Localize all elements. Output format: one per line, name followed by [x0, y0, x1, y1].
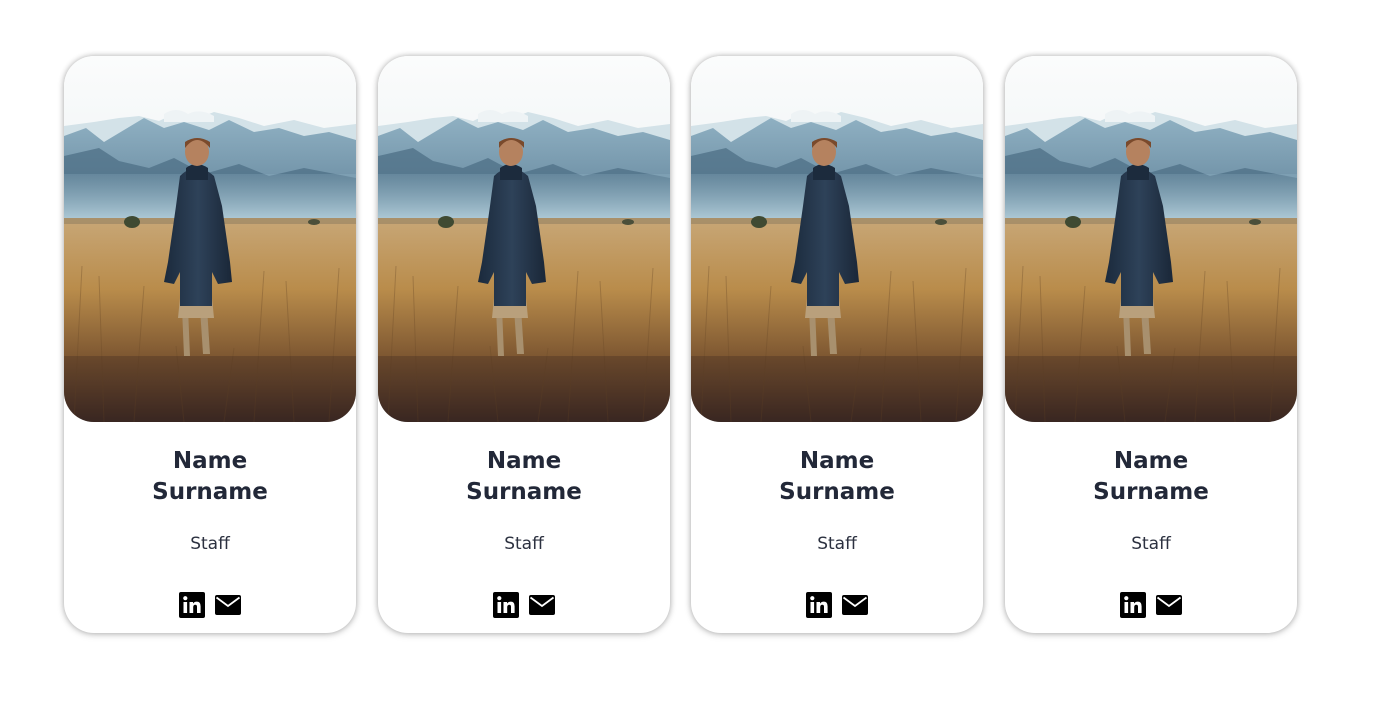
member-photo-image	[691, 56, 983, 422]
team-member-card: Name Surname Staff	[378, 56, 670, 633]
member-role: Staff	[190, 534, 230, 554]
member-role: Staff	[1131, 534, 1171, 554]
email-link[interactable]	[529, 592, 555, 618]
envelope-icon	[215, 595, 241, 615]
linkedin-link[interactable]	[1120, 592, 1146, 618]
email-link[interactable]	[842, 592, 868, 618]
email-link[interactable]	[1156, 592, 1182, 618]
member-photo-image	[1005, 56, 1297, 422]
team-member-card: Name Surname Staff	[64, 56, 356, 633]
linkedin-link[interactable]	[493, 592, 519, 618]
team-card-grid: Name Surname Staff Name Surname Staff Na…	[0, 0, 1378, 707]
member-social-links	[64, 592, 356, 618]
linkedin-icon	[493, 592, 519, 618]
member-name: Name Surname	[64, 446, 356, 508]
member-name: Name Surname	[691, 446, 983, 508]
member-first-name: Name	[172, 448, 248, 474]
envelope-icon	[842, 595, 868, 615]
email-link[interactable]	[215, 592, 241, 618]
member-role: Staff	[504, 534, 544, 554]
team-member-card: Name Surname Staff	[691, 56, 983, 633]
envelope-icon	[1156, 595, 1182, 615]
member-last-name: Surname	[152, 479, 268, 505]
member-photo-image	[64, 56, 356, 422]
linkedin-link[interactable]	[806, 592, 832, 618]
member-photo	[691, 56, 983, 422]
member-first-name: Name	[486, 448, 562, 474]
member-social-links	[378, 592, 670, 618]
member-name: Name Surname	[1005, 446, 1297, 508]
member-first-name: Name	[799, 448, 875, 474]
member-photo-image	[378, 56, 670, 422]
member-social-links	[1005, 592, 1297, 618]
member-last-name: Surname	[779, 479, 895, 505]
member-first-name: Name	[1113, 448, 1189, 474]
member-last-name: Surname	[1093, 479, 1209, 505]
member-last-name: Surname	[466, 479, 582, 505]
linkedin-icon	[179, 592, 205, 618]
linkedin-icon	[1120, 592, 1146, 618]
member-photo	[1005, 56, 1297, 422]
team-member-card: Name Surname Staff	[1005, 56, 1297, 633]
linkedin-link[interactable]	[179, 592, 205, 618]
envelope-icon	[529, 595, 555, 615]
member-name: Name Surname	[378, 446, 670, 508]
member-social-links	[691, 592, 983, 618]
linkedin-icon	[806, 592, 832, 618]
member-photo	[64, 56, 356, 422]
member-role: Staff	[817, 534, 857, 554]
member-photo	[378, 56, 670, 422]
